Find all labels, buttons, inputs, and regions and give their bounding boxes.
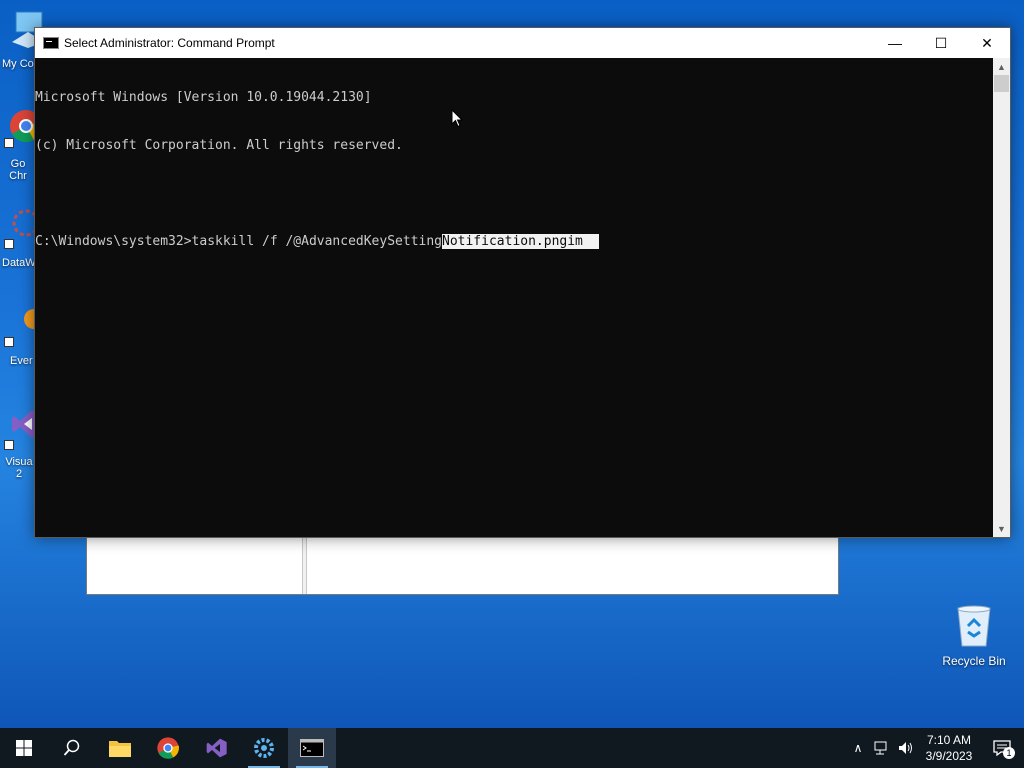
- visual-studio-icon: [206, 738, 227, 758]
- cmd-app-icon: [43, 37, 59, 49]
- background-window-left-pane: [87, 537, 303, 594]
- close-button[interactable]: ✕: [964, 28, 1010, 58]
- system-tray: ∧ 7:10 AM 3/9/2023 1: [846, 728, 1024, 768]
- search-icon: [63, 739, 80, 756]
- desktop-icon-label: Go Chr: [9, 158, 27, 182]
- taskbar-app[interactable]: [240, 728, 288, 768]
- taskbar-file-explorer[interactable]: [96, 728, 144, 768]
- window-title: Select Administrator: Command Prompt: [64, 36, 275, 50]
- show-hidden-icons-chevron-icon[interactable]: ∧: [846, 728, 870, 768]
- taskbar-command-prompt[interactable]: [288, 728, 336, 768]
- recycle-bin-icon: [957, 605, 991, 647]
- console-prompt: C:\Windows\system32>: [35, 234, 192, 249]
- console-command-text: taskkill /f /@AdvancedKeySetting: [191, 234, 442, 249]
- scroll-up-arrow-icon[interactable]: ▲: [993, 58, 1010, 75]
- console-output[interactable]: Microsoft Windows [Version 10.0.19044.21…: [35, 58, 995, 537]
- console-line: Microsoft Windows [Version 10.0.19044.21…: [35, 90, 372, 105]
- window-controls: — ☐ ✕: [872, 28, 1010, 58]
- taskbar: ∧ 7:10 AM 3/9/2023 1: [0, 728, 1024, 768]
- network-icon[interactable]: [870, 728, 894, 768]
- command-prompt-window[interactable]: Select Administrator: Command Prompt — ☐…: [34, 27, 1011, 538]
- chrome-icon: [157, 737, 179, 759]
- search-button[interactable]: [48, 728, 96, 768]
- vertical-scrollbar[interactable]: ▲ ▼: [993, 58, 1010, 537]
- action-center-button[interactable]: 1: [980, 728, 1024, 768]
- desktop-icon-label: My Co: [2, 58, 34, 70]
- desktop-icon-label: Visua 2: [5, 456, 33, 480]
- taskbar-chrome[interactable]: [144, 728, 192, 768]
- minimize-button[interactable]: —: [872, 28, 918, 58]
- desktop-icon-label: DataW: [2, 257, 36, 269]
- volume-icon[interactable]: [894, 728, 918, 768]
- start-button[interactable]: [0, 728, 48, 768]
- mouse-pointer-icon: [451, 109, 463, 128]
- shortcut-arrow-icon: [4, 138, 14, 148]
- cmd-icon: [300, 739, 324, 757]
- taskbar-visual-studio[interactable]: [192, 728, 240, 768]
- desktop-icon-label: Recycle Bin: [942, 654, 1006, 668]
- shortcut-arrow-icon: [4, 239, 14, 249]
- clock-time: 7:10 AM: [926, 733, 972, 747]
- windows-logo-icon: [16, 740, 32, 756]
- clock[interactable]: 7:10 AM 3/9/2023: [918, 732, 980, 764]
- shortcut-arrow-icon: [4, 440, 14, 450]
- shortcut-arrow-icon: [4, 337, 14, 347]
- desktop-icon-label: Ever: [10, 355, 33, 367]
- scrollbar-thumb[interactable]: [994, 75, 1009, 92]
- pane-splitter[interactable]: [303, 537, 307, 594]
- console-command-line: C:\Windows\system32>taskkill /f /@Advanc…: [35, 234, 995, 250]
- console-selected-text: Notification.pngim: [442, 234, 599, 249]
- background-window[interactable]: [86, 536, 839, 595]
- console-line: (c) Microsoft Corporation. All rights re…: [35, 138, 403, 153]
- notification-count-badge: 1: [1003, 747, 1015, 759]
- folder-icon: [109, 741, 131, 757]
- title-bar[interactable]: Select Administrator: Command Prompt — ☐…: [35, 28, 1010, 58]
- clock-date: 3/9/2023: [925, 749, 973, 763]
- desktop-icon-recycle-bin[interactable]: Recycle Bin: [938, 604, 1010, 668]
- scroll-down-arrow-icon[interactable]: ▼: [993, 520, 1010, 537]
- maximize-button[interactable]: ☐: [918, 28, 964, 58]
- gear-app-icon: [254, 738, 274, 758]
